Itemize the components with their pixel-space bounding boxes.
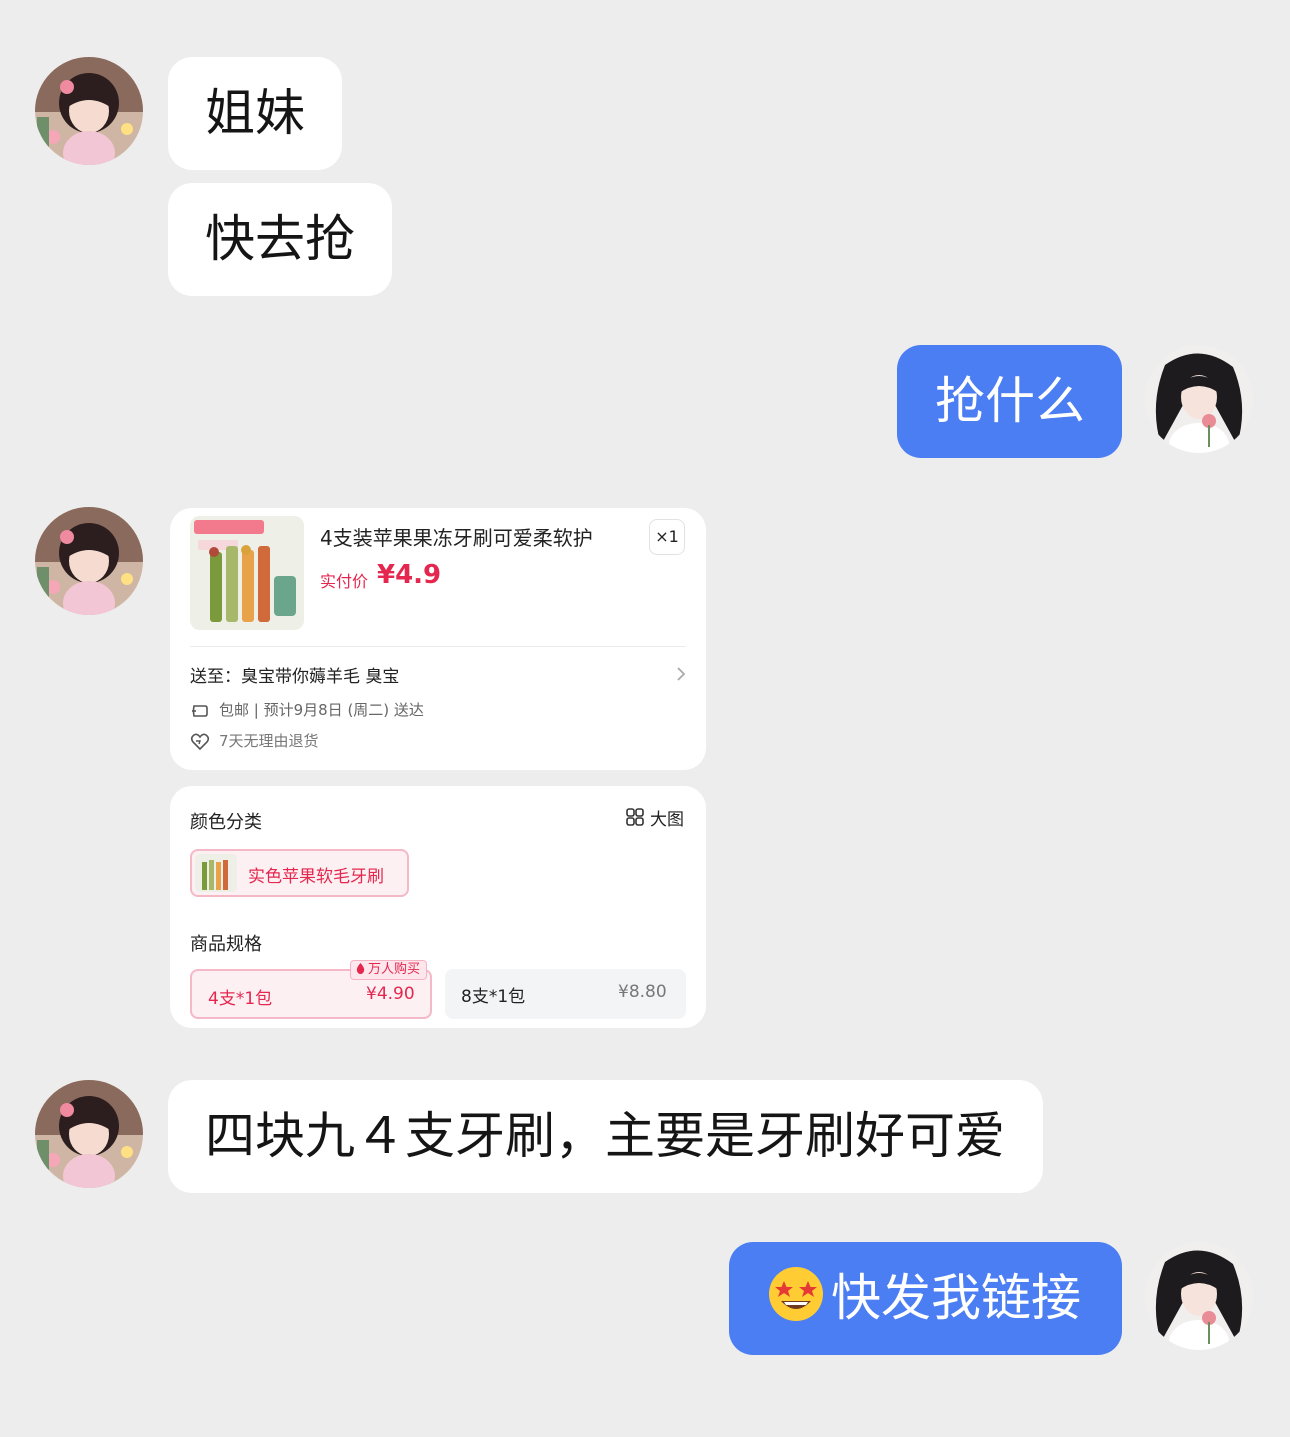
message-bubble-3[interactable]: 抢什么 (897, 345, 1122, 458)
message-bubble-1[interactable]: 姐妹 (168, 57, 342, 170)
message-bubble-4[interactable]: 四块九４支牙刷，主要是牙刷好可爱 (168, 1080, 1043, 1193)
sku-selector[interactable]: 颜色分类 大图 实色苹果软毛牙刷 商品规格 4支*1包 ¥4.90 万人购买 8… (170, 786, 706, 1028)
grid-icon[interactable] (625, 807, 645, 827)
product-thumbnail[interactable] (190, 516, 304, 630)
shipping-icon (192, 705, 208, 717)
spec-section-title: 商品规格 (190, 934, 262, 955)
flame-icon (356, 963, 365, 974)
big-image-toggle[interactable]: 大图 (650, 805, 684, 830)
spec-name: 8支*1包 (461, 987, 526, 1007)
shipping-info: 包邮 | 预计9月8日 (周二) 送达 (219, 701, 424, 719)
friend-avatar[interactable] (35, 1080, 143, 1188)
message-text: 快去抢 (205, 210, 355, 268)
message-text: 抢什么 (935, 372, 1085, 430)
hot-badge: 万人购买 (350, 960, 428, 980)
product-price: ¥4.9 (377, 560, 442, 590)
friend-avatar[interactable] (35, 57, 143, 165)
message-text: 四块九４支牙刷，主要是牙刷好可爱 (205, 1107, 1005, 1165)
my-avatar[interactable] (1145, 345, 1253, 453)
message-bubble-5[interactable]: 快发我链接 (729, 1242, 1122, 1355)
message-bubble-2[interactable]: 快去抢 (168, 183, 392, 296)
quantity-badge: ×1 (649, 519, 685, 555)
spec-name: 4支*1包 (208, 989, 273, 1009)
address-value: 臭宝带你薅羊毛 臭宝 (241, 667, 400, 687)
spec-price: ¥4.90 (366, 984, 415, 1004)
message-text: 快发我链接 (831, 1269, 1081, 1327)
price-label: 实付价 (320, 572, 369, 591)
order-summary[interactable]: 4支装苹果果冻牙刷可爱柔软护 ×1 实付价 ¥4.9 送至：臭宝带你薅羊毛 臭宝… (170, 508, 706, 770)
divider (190, 646, 686, 647)
return-policy: 7天无理由退货 (219, 732, 319, 750)
delivery-address[interactable]: 送至：臭宝带你薅羊毛 臭宝 (190, 662, 399, 687)
message-text: 姐妹 (205, 84, 305, 142)
my-avatar[interactable] (1145, 1242, 1253, 1350)
color-option-selected[interactable]: 实色苹果软毛牙刷 (190, 849, 409, 897)
color-section-title: 颜色分类 (190, 812, 262, 833)
address-label: 送至： (190, 667, 241, 687)
chevron-right-icon[interactable] (674, 664, 688, 684)
spec-price: ¥8.80 (618, 982, 667, 1002)
color-option-label: 实色苹果软毛牙刷 (248, 867, 384, 887)
star-struck-emoji-icon (769, 1267, 823, 1321)
product-title[interactable]: 4支装苹果果冻牙刷可爱柔软护 (320, 522, 593, 551)
return-heart-icon (190, 733, 210, 751)
hot-badge-label: 万人购买 (368, 962, 421, 977)
spec-option-8-pack[interactable]: 8支*1包 ¥8.80 (445, 969, 686, 1019)
color-option-thumbnail (195, 854, 237, 892)
friend-avatar[interactable] (35, 507, 143, 615)
